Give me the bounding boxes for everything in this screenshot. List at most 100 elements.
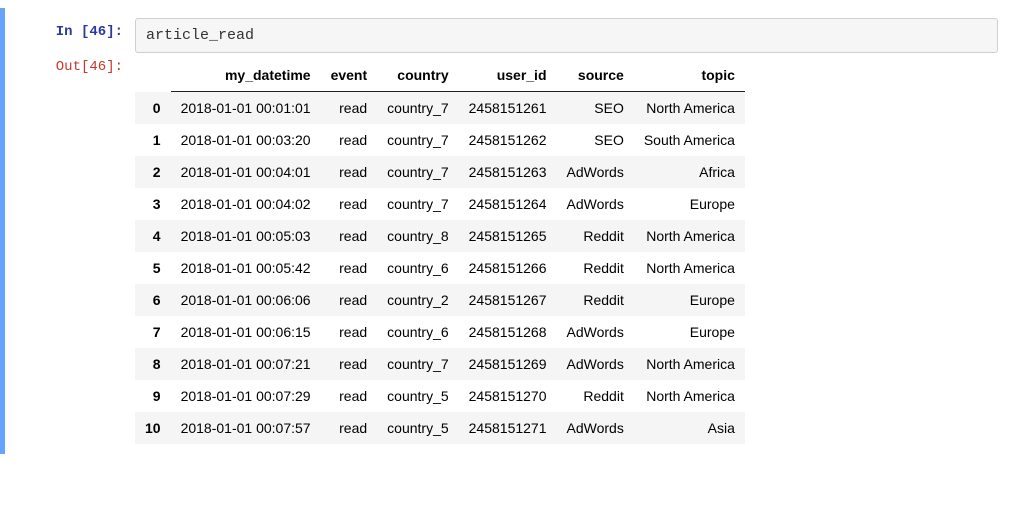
cell-my_datetime: 2018-01-01 00:06:15: [171, 316, 321, 348]
cell-user_id: 2458151264: [459, 188, 557, 220]
cell-user_id: 2458151269: [459, 348, 557, 380]
cell-my_datetime: 2018-01-01 00:05:03: [171, 220, 321, 252]
cell-country: country_7: [377, 124, 458, 156]
cell-event: read: [321, 284, 378, 316]
row-index: 8: [135, 348, 171, 380]
table-row: 62018-01-01 00:06:06readcountry_22458151…: [135, 284, 745, 316]
row-index: 10: [135, 412, 171, 444]
dataframe-table: my_datetime event country user_id source…: [135, 59, 745, 444]
col-header: user_id: [459, 59, 557, 92]
cell-source: Reddit: [557, 220, 634, 252]
table-row: 02018-01-01 00:01:01readcountry_72458151…: [135, 92, 745, 125]
cell-event: read: [321, 124, 378, 156]
cell-my_datetime: 2018-01-01 00:05:42: [171, 252, 321, 284]
table-row: 32018-01-01 00:04:02readcountry_72458151…: [135, 188, 745, 220]
cell-country: country_7: [377, 92, 458, 125]
cell-source: Reddit: [557, 252, 634, 284]
cell-my_datetime: 2018-01-01 00:01:01: [171, 92, 321, 125]
cell-source: Reddit: [557, 284, 634, 316]
col-header: my_datetime: [171, 59, 321, 92]
cell-my_datetime: 2018-01-01 00:04:01: [171, 156, 321, 188]
output-row: Out[46]: my_datetime event country user_…: [5, 53, 1008, 444]
cell-my_datetime: 2018-01-01 00:03:20: [171, 124, 321, 156]
row-index: 2: [135, 156, 171, 188]
input-prompt: In [46]:: [5, 18, 135, 46]
index-header: [135, 59, 171, 92]
cell-event: read: [321, 92, 378, 125]
cell-topic: North America: [634, 92, 745, 125]
cell-event: read: [321, 188, 378, 220]
cell-my_datetime: 2018-01-01 00:07:57: [171, 412, 321, 444]
row-index: 0: [135, 92, 171, 125]
cell-topic: North America: [634, 220, 745, 252]
cell-topic: Europe: [634, 284, 745, 316]
cell-user_id: 2458151263: [459, 156, 557, 188]
cell-user_id: 2458151261: [459, 92, 557, 125]
cell-source: AdWords: [557, 188, 634, 220]
input-row: In [46]: article_read: [5, 18, 1008, 53]
cell-topic: North America: [634, 348, 745, 380]
cell-event: read: [321, 412, 378, 444]
code-input[interactable]: article_read: [135, 18, 998, 53]
cell-country: country_6: [377, 316, 458, 348]
cell-topic: Europe: [634, 316, 745, 348]
table-row: 102018-01-01 00:07:57readcountry_5245815…: [135, 412, 745, 444]
cell-source: SEO: [557, 124, 634, 156]
table-row: 92018-01-01 00:07:29readcountry_52458151…: [135, 380, 745, 412]
cell-source: AdWords: [557, 412, 634, 444]
table-row: 22018-01-01 00:04:01readcountry_72458151…: [135, 156, 745, 188]
row-index: 3: [135, 188, 171, 220]
cell-event: read: [321, 380, 378, 412]
cell-user_id: 2458151271: [459, 412, 557, 444]
cell-topic: Asia: [634, 412, 745, 444]
cell-source: SEO: [557, 92, 634, 125]
cell-user_id: 2458151270: [459, 380, 557, 412]
cell-topic: Africa: [634, 156, 745, 188]
cell-user_id: 2458151268: [459, 316, 557, 348]
table-row: 82018-01-01 00:07:21readcountry_72458151…: [135, 348, 745, 380]
cell-event: read: [321, 220, 378, 252]
cell-source: AdWords: [557, 316, 634, 348]
cell-user_id: 2458151267: [459, 284, 557, 316]
col-header: topic: [634, 59, 745, 92]
row-index: 4: [135, 220, 171, 252]
cell-topic: South America: [634, 124, 745, 156]
cell-source: Reddit: [557, 380, 634, 412]
col-header: event: [321, 59, 378, 92]
cell-user_id: 2458151262: [459, 124, 557, 156]
cell-country: country_6: [377, 252, 458, 284]
table-row: 52018-01-01 00:05:42readcountry_62458151…: [135, 252, 745, 284]
cell-event: read: [321, 156, 378, 188]
cell-event: read: [321, 252, 378, 284]
output-prompt: Out[46]:: [5, 53, 135, 81]
cell-my_datetime: 2018-01-01 00:07:21: [171, 348, 321, 380]
row-index: 6: [135, 284, 171, 316]
col-header: source: [557, 59, 634, 92]
table-row: 72018-01-01 00:06:15readcountry_62458151…: [135, 316, 745, 348]
cell-country: country_7: [377, 188, 458, 220]
output-area: my_datetime event country user_id source…: [135, 53, 1008, 444]
row-index: 1: [135, 124, 171, 156]
cell-country: country_7: [377, 348, 458, 380]
cell-user_id: 2458151266: [459, 252, 557, 284]
table-row: 12018-01-01 00:03:20readcountry_72458151…: [135, 124, 745, 156]
cell-country: country_5: [377, 380, 458, 412]
cell-country: country_5: [377, 412, 458, 444]
notebook-cell: In [46]: article_read Out[46]: my_dateti…: [0, 8, 1024, 454]
cell-source: AdWords: [557, 156, 634, 188]
cell-country: country_7: [377, 156, 458, 188]
cell-topic: North America: [634, 252, 745, 284]
table-row: 42018-01-01 00:05:03readcountry_82458151…: [135, 220, 745, 252]
cell-event: read: [321, 348, 378, 380]
cell-country: country_2: [377, 284, 458, 316]
cell-user_id: 2458151265: [459, 220, 557, 252]
cell-event: read: [321, 316, 378, 348]
cell-my_datetime: 2018-01-01 00:06:06: [171, 284, 321, 316]
row-index: 5: [135, 252, 171, 284]
table-header-row: my_datetime event country user_id source…: [135, 59, 745, 92]
cell-topic: Europe: [634, 188, 745, 220]
row-index: 9: [135, 380, 171, 412]
cell-my_datetime: 2018-01-01 00:07:29: [171, 380, 321, 412]
cell-country: country_8: [377, 220, 458, 252]
col-header: country: [377, 59, 458, 92]
